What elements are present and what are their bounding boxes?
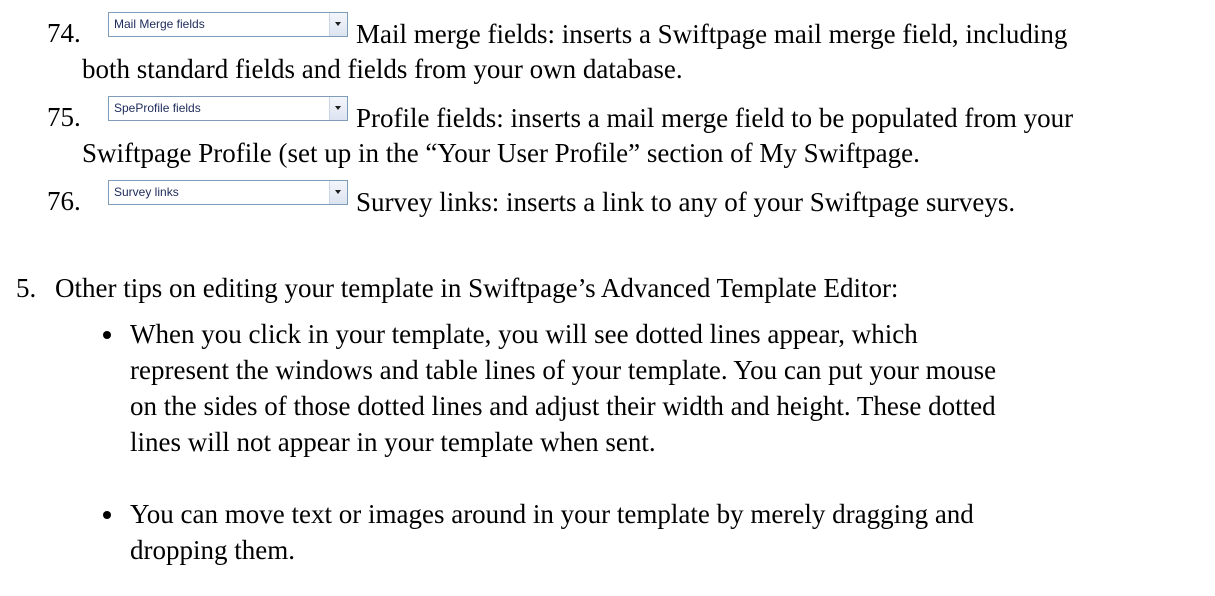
dropdown-value: SpeProfile fields	[114, 101, 201, 115]
section-number: 5.	[16, 273, 37, 303]
chevron-down-icon	[335, 106, 341, 110]
bullet-dot-icon	[103, 511, 111, 519]
bullet-line: on the sides of those dotted lines and a…	[130, 391, 996, 421]
mail-merge-fields-dropdown[interactable]: Mail Merge fields	[108, 12, 348, 37]
item-text-line-1: Survey links: inserts a link to any of y…	[356, 187, 1016, 217]
item-text-line-1: Mail merge fields: inserts a Swiftpage m…	[356, 19, 1068, 49]
bullet-line: lines will not appear in your template w…	[130, 427, 656, 457]
survey-links-dropdown[interactable]: Survey links	[108, 180, 348, 205]
bullet-line: represent the windows and table lines of…	[130, 355, 997, 385]
dropdown-button[interactable]	[329, 97, 347, 120]
profile-fields-dropdown[interactable]: SpeProfile fields	[108, 96, 348, 121]
item-text-line-1: Profile fields: inserts a mail merge fie…	[356, 103, 1074, 133]
bullet-line: dropping them.	[130, 535, 295, 565]
chevron-down-icon	[335, 22, 341, 26]
item-text-line-2: both standard fields and fields from you…	[82, 54, 683, 84]
item-first-line: Survey links Survey links: inserts a lin…	[108, 180, 1015, 223]
item-text-line-2: Swiftpage Profile (set up in the “Your U…	[82, 138, 920, 168]
dropdown-button[interactable]	[329, 13, 347, 36]
bullet-dot-icon	[103, 331, 111, 339]
dropdown-value: Survey links	[114, 185, 179, 199]
bullet-line: You can move text or images around in yo…	[130, 499, 974, 529]
bullet-line: When you click in your template, you wil…	[130, 319, 918, 349]
dropdown-value: Mail Merge fields	[114, 17, 205, 31]
section-title: Other tips on editing your template in S…	[55, 273, 899, 303]
document-page: 74. Mail Merge fields Mail merge fields:…	[0, 0, 1215, 596]
chevron-down-icon	[335, 190, 341, 194]
dropdown-button[interactable]	[329, 181, 347, 204]
item-number: 76.	[47, 186, 81, 216]
